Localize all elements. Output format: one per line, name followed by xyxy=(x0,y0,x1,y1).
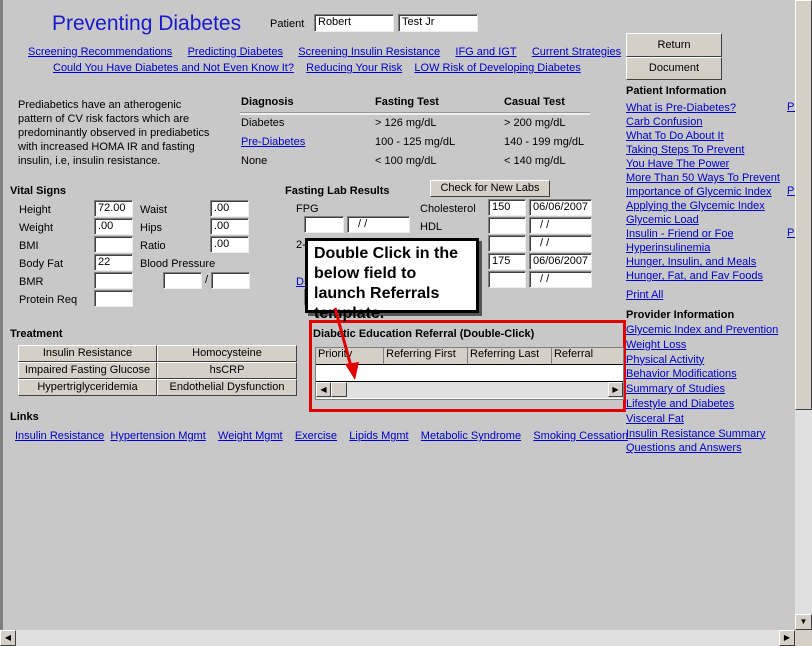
red-arrow-icon xyxy=(333,307,359,380)
